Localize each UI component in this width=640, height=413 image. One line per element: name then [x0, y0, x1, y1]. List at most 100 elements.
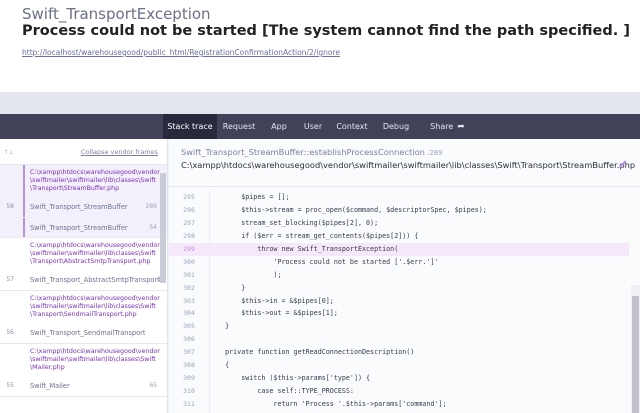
code-viewer: Swift_Transport_StreamBuffer::establishP…: [169, 139, 640, 413]
code-line: 304 $this->out = &$pipes[1];: [169, 307, 629, 320]
code-line-number[interactable]: 299: [169, 245, 209, 253]
tab-label: Stack trace: [167, 122, 213, 131]
code-line-number[interactable]: 297: [169, 219, 209, 227]
code-line: 305 }: [169, 320, 629, 333]
tab-request[interactable]: Request: [220, 114, 258, 139]
code-line: 310 case self::TYPE_PROCESS:: [169, 385, 629, 398]
page-scrollbar-thumb[interactable]: [632, 296, 639, 413]
code-line-text: }: [209, 283, 246, 292]
code-line: 307 private function getReadConnectionDe…: [169, 346, 629, 359]
frame-class-name: Swift_Transport_StreamBuffer: [30, 203, 128, 211]
sidebar-scrollbar[interactable]: [160, 173, 166, 283]
request-url-link[interactable]: http://localhost/warehousegood/public_ht…: [22, 48, 340, 57]
code-line-number[interactable]: 307: [169, 348, 209, 356]
frame-number: 55: [6, 382, 14, 389]
stack-frame[interactable]: 57 Swift_Transport_AbstractSmtpTransport…: [0, 270, 167, 290]
code-line-number[interactable]: 296: [169, 206, 209, 214]
frame-file-path[interactable]: C:\xampp\htdocs\warehousegood\vendor\swi…: [0, 344, 167, 376]
code-line-number[interactable]: 303: [169, 297, 209, 305]
code-line: 295 $pipes = [];: [169, 191, 629, 204]
code-line-text: switch ($this->params['type']) {: [209, 374, 371, 383]
tab-share[interactable]: Share ➦: [425, 114, 470, 139]
code-line-highlighted: 299 throw new Swift_TransportException(: [169, 242, 629, 256]
code-line-text: }: [209, 322, 230, 331]
stack-frame[interactable]: Swift_Transport_StreamBuffer 54: [0, 217, 167, 237]
tab-user[interactable]: User: [298, 114, 328, 139]
code-line: 309 switch ($this->params['type']) {: [169, 372, 629, 385]
code-line-text: $pipes = [];: [209, 193, 290, 201]
code-line-number[interactable]: 302: [169, 284, 209, 292]
share-arrow-icon: ➦: [457, 122, 465, 132]
code-line: 301 );: [169, 269, 629, 282]
code-line-text: $this->stream = proc_open($command, $des…: [209, 205, 487, 214]
code-line-text: if ($err = stream_get_contents($pipes[2]…: [209, 231, 419, 240]
frame-group: C:\xampp\htdocs\warehousegood\vendor\swi…: [0, 291, 167, 344]
code-line-number[interactable]: 308: [169, 361, 209, 369]
stack-frames-sidebar: ↑↓ Collapse vendor frames C:\xampp\htdoc…: [0, 139, 168, 413]
frame-file-path[interactable]: C:\xampp\htdocs\warehousegood\vendor\swi…: [0, 165, 167, 197]
pencil-edit-icon[interactable]: [618, 159, 628, 169]
code-line-number[interactable]: 309: [169, 374, 209, 382]
code-line-text: private function getReadConnectionDescri…: [209, 348, 415, 357]
stack-frame[interactable]: 58 Swift_Transport_StreamBuffer 289: [0, 197, 167, 217]
frame-file-path[interactable]: C:\xampp\htdocs\warehousegood\vendor\swi…: [0, 238, 167, 270]
frame-number: 58: [6, 203, 14, 210]
line-number-gutter-divider: [209, 191, 210, 413]
frame-group: C:\xampp\htdocs\warehousegood\vendor\swi…: [0, 344, 167, 397]
frame-class-method: Swift_Transport_StreamBuffer::establishP…: [181, 147, 425, 157]
frame-class-name: Swift_Transport_StreamBuffer: [30, 224, 128, 232]
code-line: 306: [169, 333, 629, 346]
frame-file-path[interactable]: C:\xampp\htdocs\warehousegood\vendor\swi…: [0, 291, 167, 323]
tab-label: Context: [336, 122, 368, 131]
exception-class: Swift_TransportException: [22, 5, 211, 23]
stack-frame[interactable]: 55 Swift_Mailer 65: [0, 376, 167, 396]
frame-line-ref: :289: [426, 149, 443, 157]
frame-line-number: 289: [145, 203, 157, 210]
tab-app[interactable]: App: [264, 114, 294, 139]
code-line-number[interactable]: 305: [169, 322, 209, 330]
code-line-number[interactable]: 298: [169, 232, 209, 240]
frame-group: C:\xampp\htdocs\warehousegood\vendor\swi…: [0, 165, 167, 238]
code-line-number[interactable]: 301: [169, 271, 209, 279]
code-line: 311 return 'Process '.$this->params['com…: [169, 398, 629, 411]
code-line-number[interactable]: 295: [169, 193, 209, 201]
error-header: Swift_TransportException Process could n…: [0, 0, 640, 92]
frame-line-number: 54: [149, 224, 157, 231]
code-line: 308 {: [169, 359, 629, 372]
code-line-text: $this->in = &$pipes[0];: [209, 296, 334, 305]
frame-class-name: Swift_Transport_AbstractSmtpTransport: [30, 276, 160, 284]
code-line-number[interactable]: 306: [169, 335, 209, 343]
tab-debug[interactable]: Debug: [378, 114, 414, 139]
code-line-number[interactable]: 304: [169, 309, 209, 317]
frame-class-name: Swift_Mailer: [30, 382, 70, 390]
code-line-text: 'Process could not be started ['.$err.']…: [209, 257, 439, 266]
code-line: 303 $this->in = &$pipes[0];: [169, 295, 629, 308]
tab-context[interactable]: Context: [334, 114, 370, 139]
tab-stack-trace[interactable]: Stack trace: [163, 114, 217, 139]
frame-group: C:\xampp\htdocs\warehousegood\vendor\swi…: [0, 238, 167, 291]
frame-file-path: C:\xampp\htdocs\warehousegood\vendor\swi…: [181, 160, 636, 170]
code-line-text: throw new Swift_TransportException(: [209, 244, 399, 253]
tab-label: App: [271, 122, 287, 131]
sort-arrows-icon[interactable]: ↑↓: [4, 147, 14, 156]
code-line-text: );: [209, 270, 282, 279]
code-line-number[interactable]: 311: [169, 400, 209, 408]
code-snippet: 295 $pipes = []; 296 $this->stream = proc…: [169, 191, 629, 413]
code-line: 300 'Process could not be started ['.$er…: [169, 256, 629, 269]
sidebar-toolbar: ↑↓ Collapse vendor frames: [0, 139, 167, 165]
code-line: 297 stream_set_blocking($pipes[2], 0);: [169, 217, 629, 230]
frame-number: 57: [6, 276, 14, 283]
tab-label: User: [303, 122, 323, 131]
code-line-text: $this->out = &$pipes[1];: [209, 309, 338, 318]
stack-frame[interactable]: 56 Swift_Transport_SendmailTransport: [0, 323, 167, 343]
frame-class-name: Swift_Transport_SendmailTransport: [30, 329, 146, 337]
frame-line-number: 65: [149, 382, 157, 389]
code-line: 296 $this->stream = proc_open($command, …: [169, 204, 629, 217]
code-line-number[interactable]: 300: [169, 258, 209, 266]
code-line-number[interactable]: 310: [169, 387, 209, 395]
header-divider-band: [0, 92, 640, 114]
frame-header: Swift_Transport_StreamBuffer::establishP…: [169, 139, 640, 187]
tab-label: Debug: [382, 122, 410, 131]
frame-method: Swift_Transport_StreamBuffer::establishP…: [181, 147, 443, 157]
collapse-vendor-frames-link[interactable]: Collapse vendor frames: [81, 148, 158, 156]
